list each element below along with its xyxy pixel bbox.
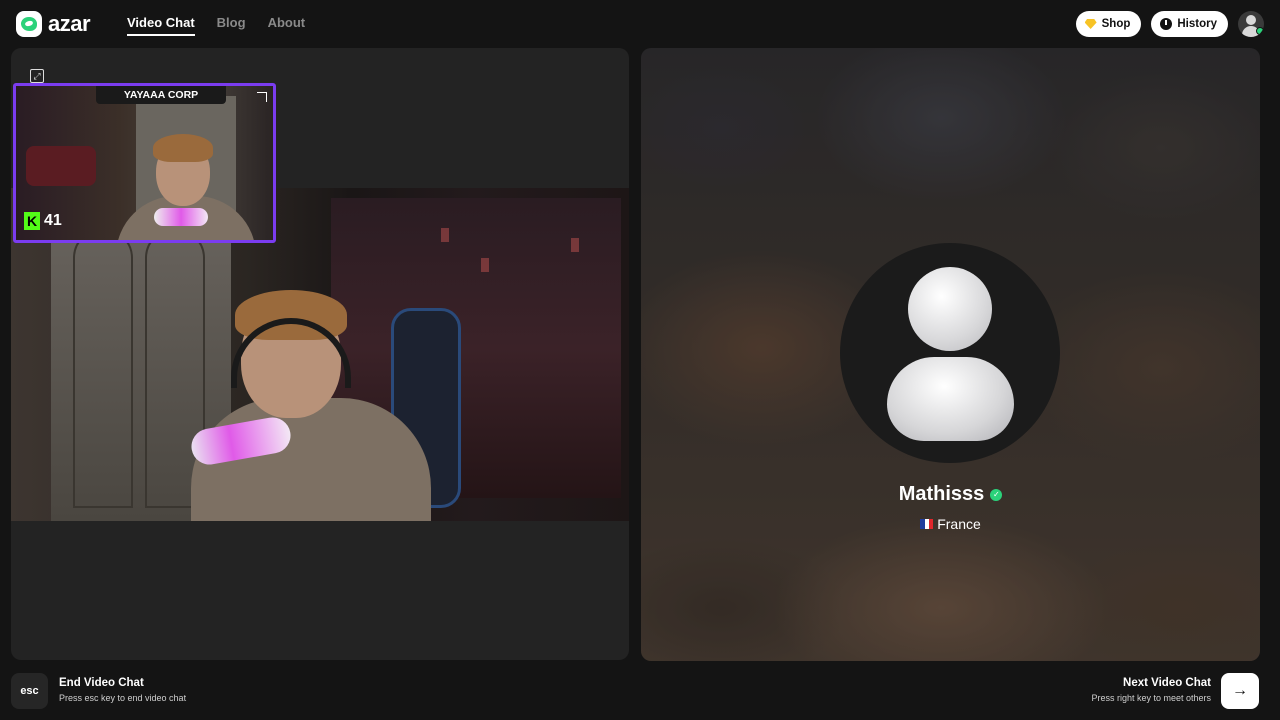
nav-video-chat[interactable]: Video Chat (127, 15, 195, 36)
self-person (188, 290, 431, 521)
nav-about[interactable]: About (268, 15, 306, 36)
next-chat-hint: Press right key to meet others (1091, 693, 1211, 703)
kick-icon: K (24, 212, 40, 230)
viewer-count-value: 41 (44, 212, 62, 229)
profile-avatar-button[interactable] (1238, 11, 1264, 37)
overlay-microphone (154, 208, 208, 226)
end-chat-hint: Press esc key to end video chat (59, 693, 187, 703)
partner-name: Mathisss (898, 483, 985, 505)
nav-blog[interactable]: Blog (217, 15, 246, 36)
top-bar: azar Video Chat Blog About Shop History (0, 0, 1280, 48)
viewer-count: K 41 (24, 212, 62, 230)
main-nav: Video Chat Blog About (127, 15, 305, 36)
france-flag-icon (920, 519, 934, 529)
partner-video-panel: Mathisss ✓ France (641, 48, 1260, 661)
azar-logo-icon (16, 11, 42, 37)
next-chat-button[interactable]: → (1221, 673, 1259, 709)
default-avatar-body (887, 357, 1014, 441)
online-status-dot (1256, 27, 1264, 35)
bottom-bar: esc End Video Chat Press esc key to end … (0, 664, 1280, 720)
arrow-right-icon: → (1232, 682, 1248, 699)
end-chat-button[interactable]: esc (11, 673, 48, 709)
door-panel-left (73, 228, 133, 508)
history-label: History (1177, 18, 1217, 30)
end-chat-label: End Video Chat (59, 677, 144, 689)
expand-icon[interactable]: ⤢ (30, 69, 44, 83)
partner-avatar (840, 243, 1060, 463)
overlay-person-hair (153, 134, 213, 162)
history-button[interactable]: History (1151, 11, 1228, 37)
partner-country-row: France (641, 516, 1260, 532)
brand-name: azar (48, 11, 91, 36)
partner-name-row: Mathisss ✓ (641, 483, 1260, 506)
overlay-background-car (26, 146, 96, 186)
clock-icon (1160, 18, 1173, 30)
poster-light (481, 258, 489, 272)
user-icon (1246, 15, 1256, 25)
partner-country: France (937, 516, 981, 532)
default-avatar-icon (908, 267, 992, 351)
poster-light (571, 238, 579, 252)
header-actions: Shop History (1075, 11, 1264, 37)
poster-light (441, 228, 449, 242)
shop-button[interactable]: Shop (1075, 11, 1142, 37)
gem-icon (1084, 19, 1097, 29)
next-chat-label: Next Video Chat (1123, 677, 1211, 689)
stream-facecam-overlay: YAYAAA CORP K 41 (13, 83, 276, 243)
frame-corner (257, 92, 267, 102)
overlay-banner: YAYAAA CORP (96, 86, 226, 104)
verified-badge-icon: ✓ (990, 488, 1003, 501)
azar-logo[interactable]: azar (16, 11, 91, 37)
shop-label: Shop (1101, 18, 1131, 30)
